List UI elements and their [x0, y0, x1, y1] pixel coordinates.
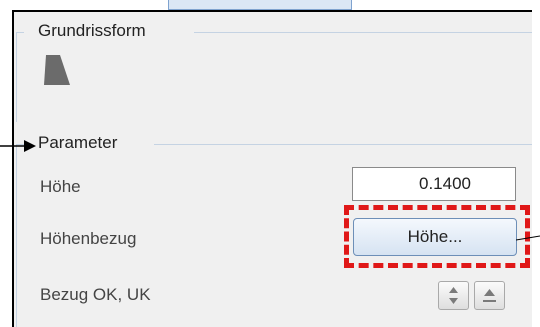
reference-label: Bezug OK, UK	[40, 285, 151, 304]
height-input[interactable]: 0.1400	[352, 167, 516, 201]
height-reference-label: Höhenbezug	[40, 229, 137, 248]
up-down-arrows-icon	[449, 287, 458, 304]
tab-header-stub	[168, 0, 352, 10]
arrow-up-icon	[483, 289, 496, 302]
group-border	[16, 32, 24, 33]
group-title-parameter: Parameter	[38, 133, 118, 152]
highlight-frame	[344, 205, 530, 268]
group-border	[194, 32, 532, 33]
group-border	[16, 32, 17, 122]
pointer-arrow-icon	[0, 140, 36, 152]
group-border	[16, 144, 17, 327]
height-label: Höhe	[40, 177, 81, 196]
callout-line	[516, 235, 540, 241]
group-title-grundrissform: Grundrissform	[38, 21, 146, 40]
swap-button[interactable]	[438, 281, 469, 310]
up-button[interactable]	[474, 281, 505, 310]
group-border	[154, 144, 532, 145]
trapezoid-shape-icon[interactable]	[44, 55, 70, 85]
